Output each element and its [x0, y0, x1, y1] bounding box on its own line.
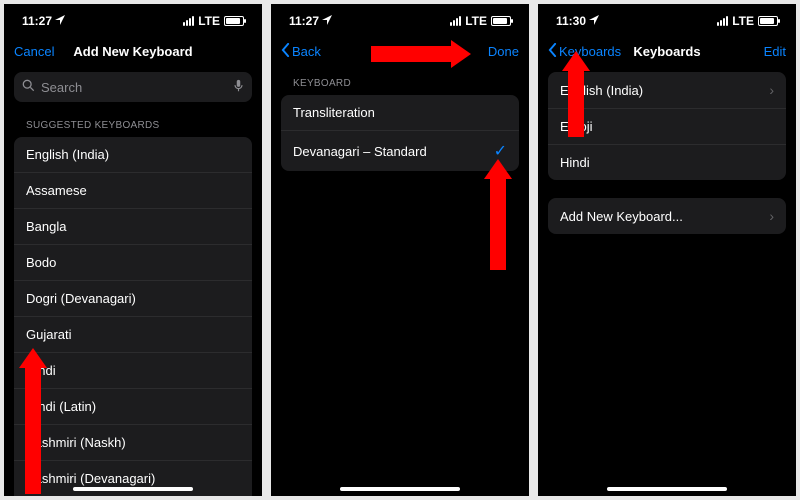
list-item[interactable]: Hindi	[548, 145, 786, 180]
chevron-right-icon: ›	[769, 82, 774, 98]
signal-icon	[450, 16, 461, 26]
list-item[interactable]: Dogri (Devanagari)	[14, 281, 252, 317]
annotation-arrow	[568, 67, 584, 137]
screen-keyboards-list: 11:30 LTE Keyboards Keyboards Edit Engli…	[538, 4, 796, 496]
status-right: LTE	[450, 14, 511, 28]
list-item[interactable]: Hindi (Latin)	[14, 389, 252, 425]
check-icon: ✓	[494, 141, 507, 161]
search-input[interactable]	[41, 80, 227, 95]
battery-icon	[758, 16, 778, 26]
status-time: 11:27	[289, 14, 319, 28]
row-label: Hindi	[560, 155, 590, 170]
content: SUGGESTED KEYBOARDS English (India) Assa…	[4, 110, 262, 496]
status-bar: 11:30 LTE	[538, 4, 796, 34]
chevron-left-icon	[281, 43, 290, 60]
search-icon	[22, 79, 35, 95]
chevron-left-icon	[548, 43, 557, 60]
annotation-arrow	[371, 46, 455, 62]
location-icon	[589, 14, 599, 28]
annotation-arrow	[25, 364, 41, 494]
home-indicator[interactable]	[340, 487, 460, 491]
status-time-group: 11:27	[289, 14, 332, 28]
status-time-group: 11:27	[22, 14, 65, 28]
status-time: 11:30	[556, 14, 586, 28]
list-item[interactable]: Kashmiri (Naskh)	[14, 425, 252, 461]
screen-add-keyboard: 11:27 LTE Cancel Add New Keyboard SUGGES…	[4, 4, 262, 496]
list-item[interactable]: Transliteration	[281, 95, 519, 131]
row-label: Add New Keyboard...	[560, 209, 683, 224]
search-bar[interactable]	[14, 72, 252, 102]
list-item[interactable]: Bodo	[14, 245, 252, 281]
status-bar: 11:27 LTE	[4, 4, 262, 34]
chevron-right-icon: ›	[769, 208, 774, 224]
list-item[interactable]: Bangla	[14, 209, 252, 245]
add-keyboard-group: Add New Keyboard... ›	[548, 198, 786, 234]
add-keyboard-button[interactable]: Add New Keyboard... ›	[548, 198, 786, 234]
status-right: LTE	[183, 14, 244, 28]
row-label: Transliteration	[293, 105, 375, 120]
status-right: LTE	[717, 14, 778, 28]
home-indicator[interactable]	[73, 487, 193, 491]
status-bar: 11:27 LTE	[271, 4, 529, 34]
signal-icon	[183, 16, 194, 26]
network-label: LTE	[732, 14, 754, 28]
section-header: KEYBOARD	[271, 68, 529, 95]
row-label: Devanagari – Standard	[293, 144, 427, 159]
network-label: LTE	[465, 14, 487, 28]
nav-bar: Cancel Add New Keyboard	[4, 34, 262, 68]
battery-icon	[224, 16, 244, 26]
list-item[interactable]: Hindi	[14, 353, 252, 389]
back-label: Back	[292, 44, 321, 59]
home-indicator[interactable]	[607, 487, 727, 491]
status-time-group: 11:30	[556, 14, 599, 28]
location-icon	[55, 14, 65, 28]
screen-select-layout: 11:27 LTE Back Hindi Done KEYBOARD Trans…	[271, 4, 529, 496]
mic-icon[interactable]	[233, 79, 244, 96]
network-label: LTE	[198, 14, 220, 28]
suggested-keyboards-list: English (India) Assamese Bangla Bodo Dog…	[14, 137, 252, 496]
section-header: SUGGESTED KEYBOARDS	[4, 110, 262, 137]
status-time: 11:27	[22, 14, 52, 28]
list-item[interactable]: English (India)	[14, 137, 252, 173]
annotation-arrow	[490, 175, 506, 270]
signal-icon	[717, 16, 728, 26]
battery-icon	[491, 16, 511, 26]
content: KEYBOARD Transliteration Devanagari – St…	[271, 68, 529, 496]
back-button[interactable]: Back	[281, 43, 341, 60]
cancel-button[interactable]: Cancel	[14, 44, 74, 59]
list-item[interactable]: Gujarati	[14, 317, 252, 353]
location-icon	[322, 14, 332, 28]
edit-button[interactable]: Edit	[726, 44, 786, 59]
list-item[interactable]: Assamese	[14, 173, 252, 209]
